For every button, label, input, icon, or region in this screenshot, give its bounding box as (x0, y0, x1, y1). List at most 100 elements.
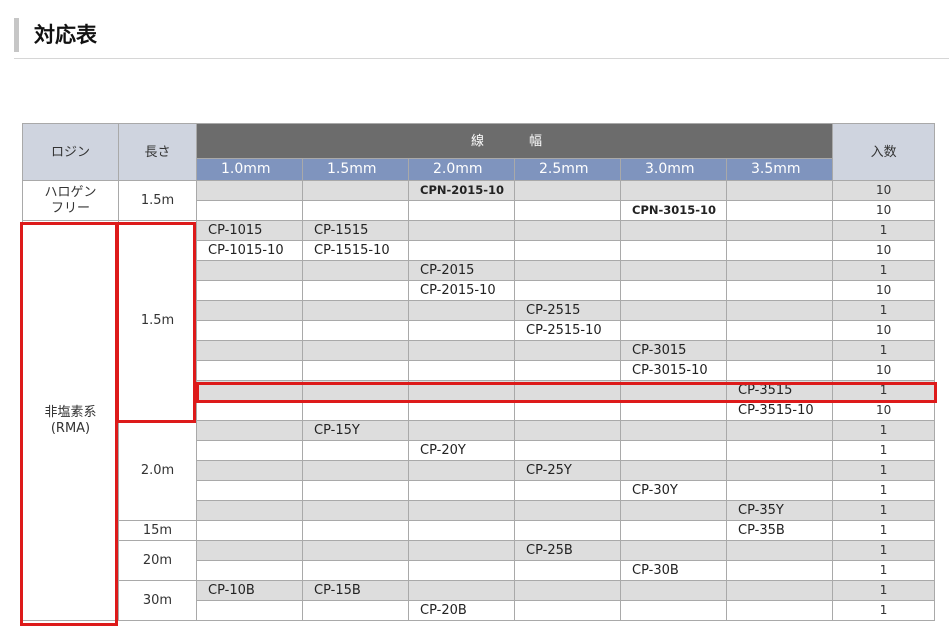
model-cell (725, 340, 834, 361)
model-cell (302, 260, 409, 281)
model-cell (302, 500, 409, 521)
model-cell (514, 360, 621, 381)
header-quantity: 入数 (832, 123, 936, 181)
model-cell: CP-25Y (514, 460, 621, 481)
model-cell (302, 380, 409, 401)
quantity-cell: 1 (832, 560, 936, 581)
model-cell (302, 600, 409, 621)
section-header: 対応表 (14, 12, 949, 59)
model-cell (620, 460, 727, 481)
model-cell (620, 280, 727, 301)
model-cell (514, 240, 621, 261)
quantity-cell: 10 (832, 200, 936, 221)
quantity-cell: 1 (832, 540, 936, 561)
model-cell (514, 600, 621, 621)
model-cell (620, 320, 727, 341)
model-cell (725, 580, 834, 601)
model-cell (725, 180, 834, 201)
model-cell (620, 380, 727, 401)
model-cell (196, 280, 303, 301)
model-cell (620, 440, 727, 461)
model-cell (408, 380, 515, 401)
model-cell (514, 340, 621, 361)
model-cell (725, 240, 834, 261)
model-cell (408, 240, 515, 261)
model-cell: CPN-3015-10 (620, 200, 727, 221)
quantity-cell: 1 (832, 260, 936, 281)
model-cell: CP-3515 (725, 380, 834, 401)
model-cell (514, 380, 621, 401)
model-cell: CP-1515 (302, 220, 409, 241)
table-row: 非塩素系 (RMA) 1.5m CP-1015 CP-1515 1 (22, 220, 936, 621)
quantity-cell: 1 (832, 440, 936, 461)
quantity-cell: 10 (832, 400, 936, 421)
model-cell: CP-2515 (514, 300, 621, 321)
model-cell (408, 560, 515, 581)
length-label: 2.0m (118, 420, 197, 521)
model-cell (196, 360, 303, 381)
table-row: 30m CP-10B CP-15B 1 (23, 580, 936, 621)
model-cell: CP-2015-10 (408, 280, 515, 301)
model-cell (302, 540, 409, 561)
model-cell: CP-15Y (302, 420, 409, 441)
model-cell (196, 380, 303, 401)
rosin-group-label: ハロゲン フリー (22, 180, 119, 221)
model-cell: CP-2515-10 (514, 320, 621, 341)
model-cell (514, 560, 621, 581)
model-cell: CP-1015-10 (196, 240, 303, 261)
model-cell: CP-10B (196, 580, 303, 601)
model-cell (620, 300, 727, 321)
width-header: 2.5mm (514, 158, 621, 181)
model-cell: CP-15B (302, 580, 409, 601)
model-cell (725, 300, 834, 321)
model-cell (514, 280, 621, 301)
model-cell (196, 520, 303, 541)
width-header: 3.0mm (620, 158, 727, 181)
quantity-cell: 1 (832, 420, 936, 441)
model-cell (302, 460, 409, 481)
length-label: 15m (118, 520, 197, 541)
model-cell (514, 500, 621, 521)
model-cell (725, 440, 834, 461)
model-cell (302, 280, 409, 301)
model-cell (408, 320, 515, 341)
quantity-cell: 10 (832, 180, 936, 201)
quantity-cell: 10 (832, 240, 936, 261)
header-rosin: ロジン (22, 123, 119, 181)
model-cell (725, 220, 834, 241)
model-cell (620, 240, 727, 261)
header-length: 長さ (118, 123, 197, 181)
model-cell (408, 400, 515, 421)
model-cell: CP-20B (408, 600, 515, 621)
model-cell (725, 480, 834, 501)
quantity-cell: 1 (832, 300, 936, 321)
model-cell (620, 420, 727, 441)
quantity-cell: 1 (832, 380, 936, 401)
model-cell (620, 600, 727, 621)
model-cell (302, 340, 409, 361)
model-cell (196, 300, 303, 321)
table-row: 20m CP-25B 1 (23, 540, 936, 581)
model-cell (196, 200, 303, 221)
model-cell (302, 560, 409, 581)
model-cell (302, 400, 409, 421)
model-cell: CP-3015 (620, 340, 727, 361)
model-cell (514, 420, 621, 441)
model-cell (514, 520, 621, 541)
model-cell (408, 300, 515, 321)
model-cell: CP-1515-10 (302, 240, 409, 261)
quantity-cell: 1 (832, 520, 936, 541)
model-cell (725, 540, 834, 561)
model-cell (514, 580, 621, 601)
model-cell (514, 260, 621, 281)
table-row: 15m CP-35B 1 (23, 520, 936, 541)
model-cell (725, 320, 834, 341)
model-cell (196, 260, 303, 281)
model-cell (408, 540, 515, 561)
model-cell: CP-2015 (408, 260, 515, 281)
model-cell (302, 440, 409, 461)
model-cell (514, 220, 621, 241)
quantity-cell: 1 (832, 480, 936, 501)
model-cell (408, 520, 515, 541)
model-cell (725, 260, 834, 281)
